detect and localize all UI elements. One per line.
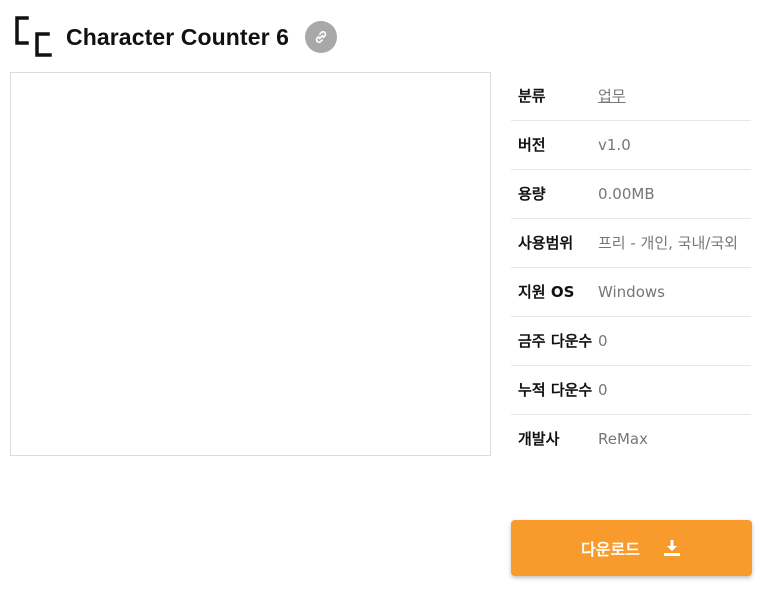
header: Character Counter 6 <box>14 14 338 60</box>
download-icon <box>662 538 682 558</box>
link-icon <box>315 31 327 43</box>
page-title: Character Counter 6 <box>66 23 290 50</box>
info-table: 분류 업무 버전 v1.0 용량 0.00MB 사용범위 프리 - 개인, 국내… <box>511 72 751 463</box>
info-label: 개발사 <box>518 430 560 448</box>
info-row-category: 분류 업무 <box>511 72 751 121</box>
preview-image-area <box>10 72 491 456</box>
info-label: 분류 <box>518 87 546 105</box>
info-value: ReMax <box>598 430 648 448</box>
info-value: 0 <box>598 381 608 399</box>
info-label: 사용범위 <box>518 234 574 252</box>
info-value: v1.0 <box>598 136 631 154</box>
info-label: 용량 <box>518 185 546 203</box>
info-row-size: 용량 0.00MB <box>511 170 751 219</box>
info-row-os: 지원 OS Windows <box>511 268 751 317</box>
download-button[interactable]: 다운로드 <box>511 520 752 576</box>
info-label: 금주 다운수 <box>518 332 593 350</box>
info-label: 지원 OS <box>518 283 575 301</box>
info-row-total-downloads: 누적 다운수 0 <box>511 366 751 415</box>
cc-logo-icon <box>15 16 52 57</box>
info-row-license: 사용범위 프리 - 개인, 국내/국외 <box>511 219 751 268</box>
info-row-version: 버전 v1.0 <box>511 121 751 170</box>
info-value: 0 <box>598 332 608 350</box>
info-label: 누적 다운수 <box>518 381 593 399</box>
info-row-developer: 개발사 ReMax <box>511 415 751 463</box>
info-row-weekly-downloads: 금주 다운수 0 <box>511 317 751 366</box>
copy-link-button[interactable] <box>305 21 338 53</box>
info-value: 업무 <box>598 84 751 108</box>
download-label: 다운로드 <box>581 540 640 559</box>
info-value: 0.00MB <box>598 185 655 203</box>
category-link[interactable]: 업무 <box>598 87 626 105</box>
info-value: 프리 - 개인, 국내/국외 <box>598 234 738 252</box>
info-label: 버전 <box>518 136 546 154</box>
info-value: Windows <box>598 283 665 301</box>
